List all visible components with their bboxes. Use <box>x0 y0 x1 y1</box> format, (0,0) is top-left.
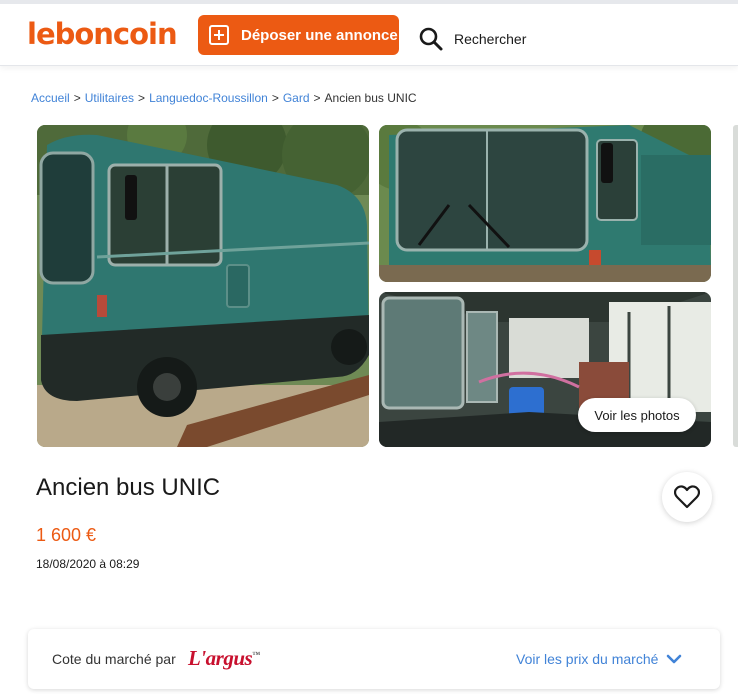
listing-title: Ancien bus UNIC <box>36 474 221 501</box>
view-photos-button[interactable]: Voir les photos <box>578 398 696 432</box>
breadcrumb-separator: > <box>271 91 279 105</box>
largus-logo: L'argus™ <box>188 646 260 670</box>
breadcrumb-separator: > <box>313 91 321 105</box>
plus-square-icon <box>209 25 229 45</box>
market-label: Cote du marché par <box>52 651 176 667</box>
listing-date: 18/08/2020 à 08:29 <box>36 557 140 571</box>
favorite-button[interactable] <box>662 472 712 522</box>
breadcrumb-region[interactable]: Languedoc-Roussillon <box>149 91 268 105</box>
search-label: Rechercher <box>454 31 527 47</box>
search-icon <box>419 27 443 51</box>
breadcrumb: Accueil > Utilitaires > Languedoc-Roussi… <box>31 91 417 105</box>
breadcrumb-separator: > <box>138 91 146 105</box>
breadcrumb-accueil[interactable]: Accueil <box>31 91 70 105</box>
top-bar: leboncoin Déposer une annonce Rechercher <box>0 0 738 66</box>
market-prices-link[interactable]: Voir les prix du marché <box>516 651 682 667</box>
market-price-panel[interactable]: Cote du marché par L'argus™ Voir les pri… <box>28 629 720 689</box>
photo-front[interactable] <box>379 125 711 282</box>
breadcrumb-utilitaires[interactable]: Utilitaires <box>85 91 134 105</box>
listing-price: 1 600 € <box>36 525 97 545</box>
market-prices-link-label: Voir les prix du marché <box>516 651 659 667</box>
breadcrumb-separator: > <box>73 91 81 105</box>
breadcrumb-department[interactable]: Gard <box>283 91 310 105</box>
chevron-down-icon <box>667 654 682 664</box>
leboncoin-logo[interactable]: leboncoin <box>27 17 178 51</box>
heart-icon <box>674 485 700 509</box>
post-ad-label: Déposer une annonce <box>241 26 398 44</box>
breadcrumb-current: Ancien bus UNIC <box>324 91 417 105</box>
next-photo-preview <box>733 125 738 447</box>
photo-main[interactable] <box>37 125 369 447</box>
post-ad-button[interactable]: Déposer une annonce <box>198 15 399 55</box>
search-button[interactable]: Rechercher <box>418 26 526 52</box>
